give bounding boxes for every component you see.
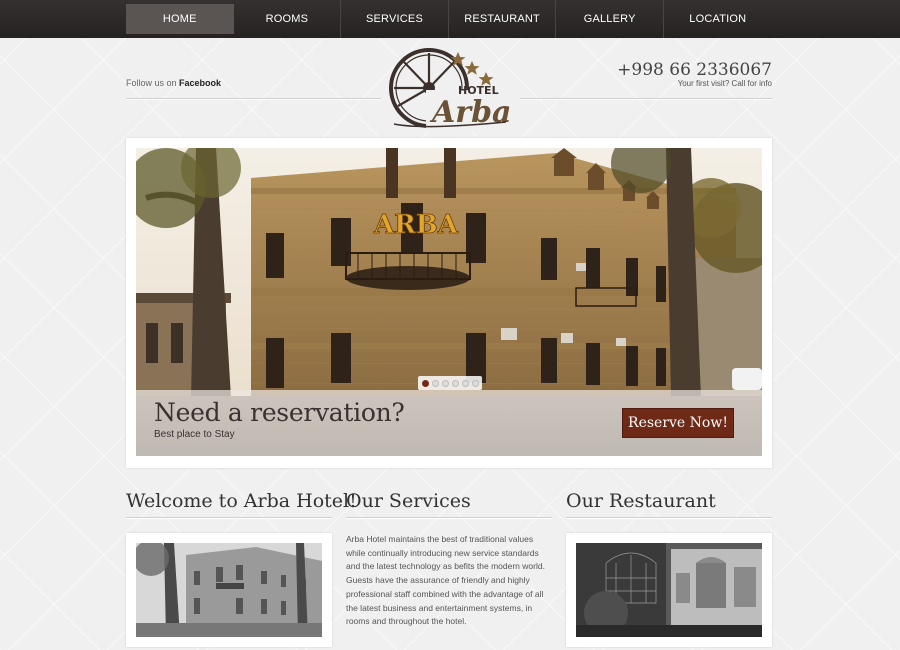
slider-pagination bbox=[418, 376, 482, 390]
header-divider-right bbox=[520, 98, 772, 100]
nav-menu: HOME ROOMS SERVICES RESTAURANT GALLERY L… bbox=[126, 0, 772, 38]
restaurant-thumbnail[interactable] bbox=[566, 533, 772, 647]
services-divider bbox=[346, 517, 552, 519]
welcome-divider bbox=[126, 517, 332, 519]
building-sign-text: ARBA bbox=[373, 210, 459, 240]
nav-item-restaurant[interactable]: RESTAURANT bbox=[449, 0, 557, 38]
hero-slider: ARBA Need a reservation? Best place to S… bbox=[126, 138, 772, 468]
hotel-logo[interactable]: HOTEL Arba bbox=[384, 46, 514, 132]
nav-item-rooms[interactable]: ROOMS bbox=[234, 0, 342, 38]
slider-dot[interactable] bbox=[421, 379, 429, 387]
nav-item-location[interactable]: LOCATION bbox=[664, 0, 772, 38]
logo-wheel-icon: HOTEL Arba bbox=[389, 48, 514, 132]
top-navigation-bar: HOME ROOMS SERVICES RESTAURANT GALLERY L… bbox=[0, 0, 900, 38]
restaurant-bw-photo bbox=[576, 543, 762, 637]
nav-item-gallery[interactable]: GALLERY bbox=[556, 0, 664, 38]
slider-dot[interactable] bbox=[431, 379, 439, 387]
phone-subtext: Your first visit? Call for info bbox=[677, 79, 772, 88]
restaurant-divider bbox=[566, 517, 772, 519]
slider-dot[interactable] bbox=[451, 379, 459, 387]
slider-dot[interactable] bbox=[471, 379, 479, 387]
caption-subtitle: Best place to Stay bbox=[154, 429, 235, 440]
nav-item-home[interactable]: HOME bbox=[126, 4, 234, 34]
hotel-bw-photo bbox=[136, 543, 322, 637]
welcome-heading: Welcome to Arba Hotel! bbox=[126, 490, 357, 512]
welcome-thumbnail[interactable] bbox=[126, 533, 332, 647]
social-follow: Follow us on Facebook bbox=[126, 78, 221, 88]
services-description: Arba Hotel maintains the best of traditi… bbox=[346, 534, 545, 627]
slider-dot[interactable] bbox=[441, 379, 449, 387]
slide-caption: Need a reservation? Best place to Stay R… bbox=[136, 390, 762, 456]
caption-title: Need a reservation? bbox=[154, 398, 405, 427]
services-heading: Our Services bbox=[346, 490, 471, 512]
restaurant-heading: Our Restaurant bbox=[566, 490, 716, 512]
phone-number: +998 66 2336067 bbox=[617, 60, 772, 80]
reserve-now-button[interactable]: Reserve Now! bbox=[622, 408, 734, 438]
follow-prefix: Follow us on bbox=[126, 78, 180, 88]
facebook-link[interactable]: Facebook bbox=[179, 78, 221, 88]
header-divider-left bbox=[126, 98, 381, 100]
nav-item-services[interactable]: SERVICES bbox=[341, 0, 449, 38]
slider-dot[interactable] bbox=[461, 379, 469, 387]
